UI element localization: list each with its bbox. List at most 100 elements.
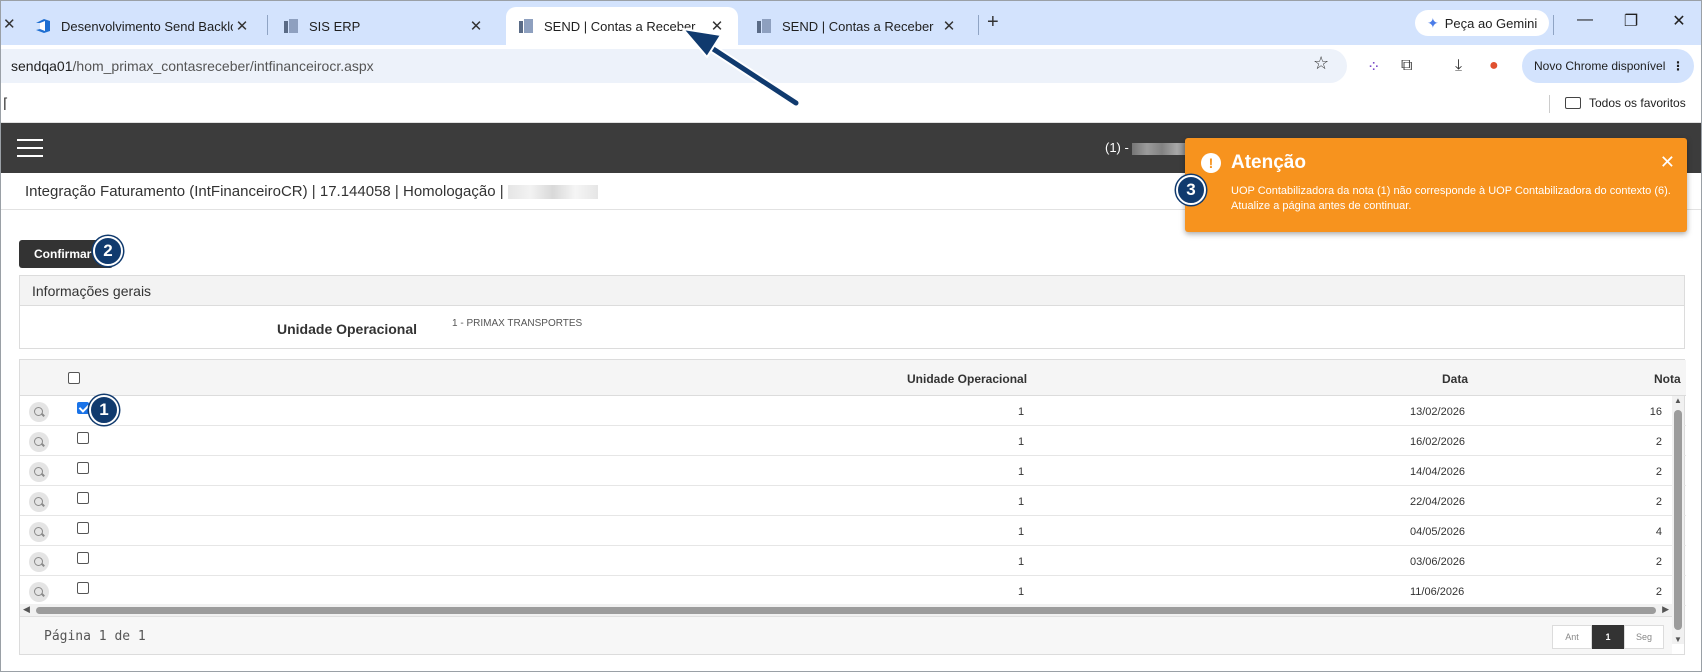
restore-icon[interactable]: ❐ <box>1619 11 1643 31</box>
redacted-text <box>507 185 598 200</box>
next-page-button[interactable]: Seg <box>1624 625 1664 649</box>
annotation-badge: 2 <box>93 236 123 266</box>
bookmark-item-icon[interactable]: ⌈ <box>3 95 8 112</box>
close-tab-icon[interactable]: ✕ <box>3 15 16 33</box>
close-tab-icon[interactable]: ✕ <box>940 17 958 35</box>
table-row[interactable]: 1 11/06/2026 2 <box>20 576 1686 606</box>
address-bar[interactable]: sendqa01/hom_primax_contasreceber/intfin… <box>1 49 1347 83</box>
row-checkbox[interactable] <box>77 432 89 444</box>
table-row[interactable]: 1 03/06/2026 2 <box>20 546 1686 576</box>
row-checkbox[interactable] <box>77 462 89 474</box>
table-row[interactable]: 1 22/04/2026 2 <box>20 486 1686 516</box>
extensions-puzzle-icon[interactable]: ⧉ <box>1401 57 1412 75</box>
tab-sis-erp[interactable]: SIS ERP ✕ <box>271 7 497 45</box>
table-row[interactable]: 1 04/05/2026 4 <box>20 516 1686 546</box>
cell-date: 03/06/2026 <box>1410 556 1466 568</box>
browser-window: ✕ Desenvolvimento Send Backlog ✕ SIS ERP… <box>0 0 1702 672</box>
invoice-grid: Unidade Operacional Data Nota 1 13/02/202… <box>19 359 1686 655</box>
row-checkbox[interactable] <box>77 552 89 564</box>
view-details-magnifier-icon[interactable] <box>29 462 49 482</box>
prev-page-button[interactable]: Ant <box>1552 625 1592 649</box>
tab-title: SEND | Contas a Receber <box>544 18 696 34</box>
all-bookmarks-label: Todos os favoritos <box>1589 96 1686 110</box>
column-header-nota[interactable]: Nota <box>1654 372 1681 386</box>
gemini-sparkle-icon: ✦ <box>1427 14 1439 31</box>
profile-avatar-icon[interactable]: ● <box>1489 57 1499 75</box>
context-indicator: (1) - <box>1105 140 1193 155</box>
view-details-magnifier-icon[interactable] <box>29 522 49 542</box>
toast-message: UOP Contabilizadora da nota (1) não corr… <box>1231 185 1671 212</box>
gemini-button[interactable]: ✦ Peça ao Gemini <box>1415 10 1550 36</box>
kebab-menu-icon[interactable]: ⋮ <box>1672 59 1684 73</box>
cell-nota: 2 <box>1655 466 1662 478</box>
cell-unit: 1 <box>1018 586 1025 598</box>
scroll-right-icon[interactable]: ▶ <box>1662 604 1669 615</box>
row-checkbox[interactable] <box>77 582 89 594</box>
page-info: Página 1 de 1 <box>44 629 146 644</box>
tab-send-contas[interactable]: SEND | Contas a Receber ✕ <box>744 7 970 45</box>
general-info-panel: Informações gerais Unidade Operacional 1… <box>19 275 1685 349</box>
cell-nota: 2 <box>1655 586 1662 598</box>
folder-icon <box>1565 97 1581 109</box>
close-tab-icon[interactable]: ✕ <box>708 17 726 35</box>
cell-nota: 4 <box>1655 526 1662 538</box>
table-row[interactable]: 1 14/04/2026 2 <box>20 456 1686 486</box>
minimize-icon[interactable]: — <box>1573 11 1597 29</box>
vertical-scrollbar[interactable]: ▲ ▼ <box>1672 396 1684 644</box>
view-details-magnifier-icon[interactable] <box>29 402 49 422</box>
bookmarks-bar: ⌈ Todos os favoritos <box>1 87 1701 123</box>
close-tab-icon[interactable]: ✕ <box>233 17 251 35</box>
cell-unit: 1 <box>1018 406 1025 418</box>
view-details-magnifier-icon[interactable] <box>29 432 49 452</box>
tab-send-contas-active[interactable]: SEND | Contas a Receber ✕ <box>506 7 738 45</box>
scroll-left-icon[interactable]: ◀ <box>23 604 30 615</box>
cell-unit: 1 <box>1018 496 1025 508</box>
new-tab-icon[interactable]: + <box>987 11 999 34</box>
row-checkbox[interactable] <box>77 522 89 534</box>
tab-title: Desenvolvimento Send Backlog <box>61 18 233 34</box>
view-details-magnifier-icon[interactable] <box>29 492 49 512</box>
current-page-button[interactable]: 1 <box>1592 625 1624 649</box>
grid-rows: 1 13/02/2026 16 1 16/02/2026 2 1 14/04/2026 2 1 22… <box>20 396 1686 606</box>
bookmark-star-icon[interactable]: ☆ <box>1313 53 1329 74</box>
scroll-down-icon[interactable]: ▼ <box>1674 635 1682 644</box>
row-checkbox[interactable] <box>77 402 89 414</box>
annotation-badge: 1 <box>89 395 119 425</box>
close-tab-icon[interactable]: ✕ <box>467 17 485 35</box>
cell-nota: 16 <box>1649 406 1662 418</box>
tab-send-backlog[interactable]: Desenvolvimento Send Backlog ✕ <box>23 7 263 45</box>
scroll-up-icon[interactable]: ▲ <box>1674 396 1682 405</box>
azure-devops-icon <box>36 19 50 33</box>
column-header-date[interactable]: Data <box>1442 372 1468 386</box>
cell-date: 11/06/2026 <box>1410 586 1465 598</box>
new-chrome-label: Novo Chrome disponível <box>1534 59 1666 73</box>
table-row[interactable]: 1 16/02/2026 2 <box>20 426 1686 456</box>
row-checkbox[interactable] <box>77 492 89 504</box>
warning-toast: ! Atenção ✕ UOP Contabilizadora da nota … <box>1185 138 1687 232</box>
page-title: Integração Faturamento (IntFinanceiroCR)… <box>25 183 598 200</box>
warning-icon: ! <box>1201 153 1221 173</box>
cell-date: 14/04/2026 <box>1410 466 1466 478</box>
extension-dots-icon[interactable]: ⁘ <box>1367 57 1380 77</box>
download-icon[interactable]: ⤓ <box>1455 57 1462 75</box>
all-bookmarks-button[interactable]: Todos os favoritos <box>1565 96 1686 110</box>
cell-nota: 2 <box>1655 436 1662 448</box>
close-icon[interactable]: ✕ <box>1660 152 1675 173</box>
tab-title: SEND | Contas a Receber <box>782 18 934 34</box>
cell-unit: 1 <box>1018 526 1025 538</box>
column-header-unit[interactable]: Unidade Operacional <box>907 372 1027 386</box>
cell-date: 22/04/2026 <box>1410 496 1466 508</box>
table-row[interactable]: 1 13/02/2026 16 <box>20 396 1686 426</box>
scrollbar-thumb[interactable] <box>1674 410 1682 630</box>
operational-unit-value: 1 - PRIMAX TRANSPORTES <box>452 318 583 329</box>
cell-unit: 1 <box>1018 436 1025 448</box>
view-details-magnifier-icon[interactable] <box>29 582 49 602</box>
hamburger-menu-icon[interactable] <box>17 139 43 157</box>
view-details-magnifier-icon[interactable] <box>29 552 49 572</box>
close-window-icon[interactable]: ✕ <box>1667 11 1691 31</box>
select-all-checkbox[interactable] <box>68 372 80 384</box>
new-chrome-available-button[interactable]: Novo Chrome disponível ⋮ <box>1522 49 1694 83</box>
scrollbar-thumb[interactable] <box>36 607 1656 614</box>
cell-nota: 2 <box>1655 556 1662 568</box>
horizontal-scrollbar[interactable]: ◀ ▶ <box>20 604 1672 616</box>
